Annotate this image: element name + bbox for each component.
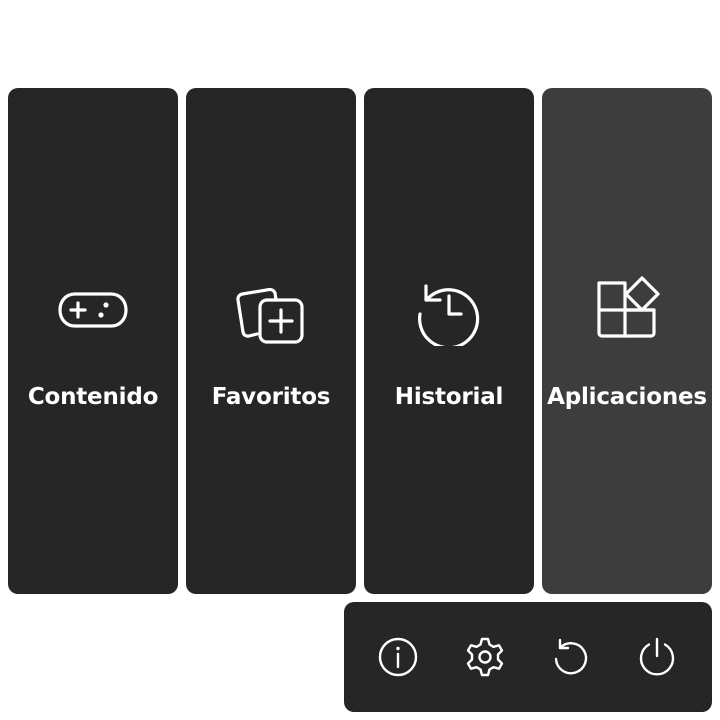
tile-historial[interactable]: Historial <box>364 88 534 594</box>
apps-grid-icon <box>591 274 663 346</box>
tile-aplicaciones[interactable]: Aplicaciones <box>542 88 712 594</box>
info-button[interactable] <box>376 635 420 679</box>
power-icon <box>635 635 679 679</box>
info-icon <box>376 635 420 679</box>
tile-label-favoritos: Favoritos <box>211 384 331 410</box>
tile-label-contenido: Contenido <box>27 384 159 410</box>
settings-button[interactable] <box>463 635 507 679</box>
tile-contenido[interactable]: Contenido <box>8 88 178 594</box>
gear-icon <box>463 635 507 679</box>
system-bar <box>344 602 712 712</box>
history-icon <box>413 274 485 346</box>
restart-button[interactable] <box>549 635 593 679</box>
power-button[interactable] <box>635 635 679 679</box>
gamepad-icon <box>57 274 129 346</box>
tile-favoritos[interactable]: Favoritos <box>186 88 356 594</box>
tile-label-aplicaciones: Aplicaciones <box>547 384 707 410</box>
restart-icon <box>549 635 593 679</box>
add-collection-icon <box>235 274 307 346</box>
tile-label-historial: Historial <box>394 384 504 410</box>
